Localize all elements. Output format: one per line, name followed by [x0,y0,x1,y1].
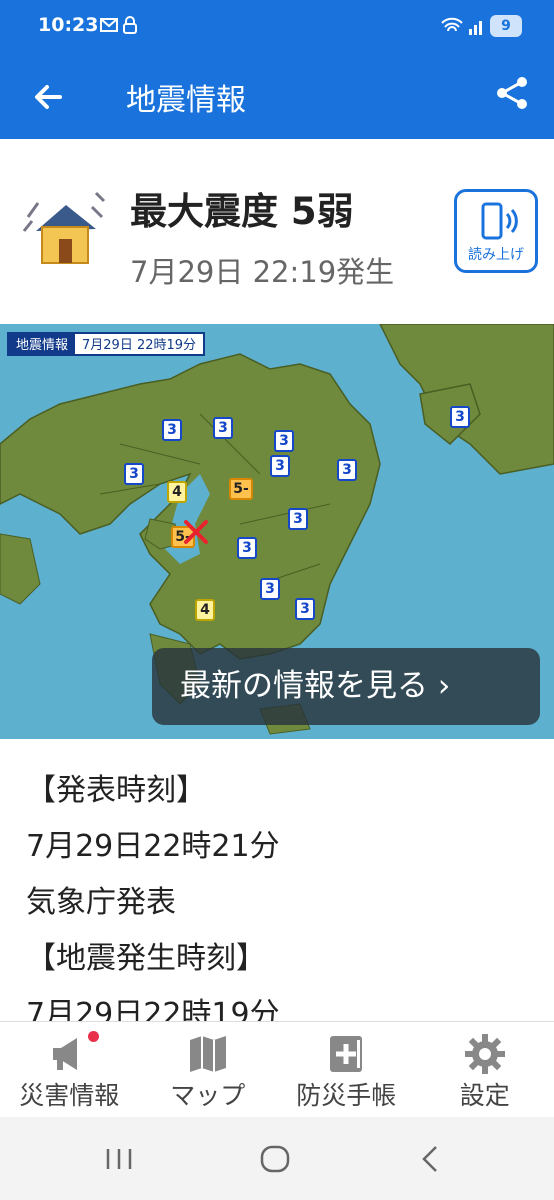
map-label-title: 地震情報 [9,334,76,354]
home-icon[interactable] [260,1145,290,1173]
intensity-marker: 5- [229,478,253,500]
nav-label: 設定 [459,1081,510,1110]
recent-apps-icon[interactable] [104,1147,134,1171]
signal-icon [469,21,482,35]
shaking-house-icon [22,191,106,264]
phone-speaker-icon [481,202,518,240]
intensity-marker: 3 [274,430,294,452]
latest-info-button[interactable]: 最新の情報を見る › [152,648,540,725]
nav-item-settings[interactable]: 設定 [416,1022,554,1117]
read-aloud-label: 読み上げ [468,247,524,263]
wifi-icon [441,17,463,32]
intensity-marker: 3 [337,459,357,481]
earthquake-summary: 最大震度 5弱 7月29日 22:19発生 読み上げ [0,139,554,324]
occurrence-time: 7月29日 22:19発生 [130,255,395,289]
nav-label: 災害情報 [19,1081,120,1110]
report-line: 【地震発生時刻】 [26,941,266,976]
report-line: 気象庁発表 [26,885,176,920]
report-line: 7月29日22時21分 [26,829,280,864]
page-title: 地震情報 [126,83,246,118]
intensity-marker: 4 [167,481,187,503]
status-time: 10:23 [38,14,99,36]
intensity-marker: 3 [237,537,257,559]
map-label-time: 7月29日 22時19分 [82,338,197,353]
share-icon[interactable] [492,73,532,113]
system-navigation-bar [0,1117,554,1200]
intensity-map[interactable]: 地震情報 7月29日 22時19分 3 3 3 3 3 3 4 5- 5- 3 … [0,324,554,739]
arrow-left-icon[interactable] [30,77,70,117]
lock-icon [123,16,137,34]
intensity-marker: 3 [124,463,144,485]
nav-label: 防災手帳 [296,1081,397,1110]
intensity-marker: 4 [195,599,215,621]
bottom-navigation: 災害情報 マップ 防災手帳 設定 [0,1021,554,1117]
first-aid-notebook-icon [330,1036,363,1072]
intensity-marker: 3 [270,455,290,477]
report-line: 7月29日22時19分 [26,997,280,1021]
nav-item-disaster-info[interactable]: 災害情報 [0,1022,139,1117]
back-nav-icon[interactable] [418,1145,442,1173]
report-text: 【発表時刻】 7月29日22時21分 気象庁発表 【地震発生時刻】 7月29日2… [0,739,554,1021]
notification-dot [88,1031,99,1042]
intensity-marker: 3 [213,417,233,439]
nav-label: マップ [170,1081,246,1110]
app-bar: 地震情報 [0,55,554,139]
max-intensity: 最大震度 5弱 [130,190,354,233]
map-icon [189,1036,226,1072]
intensity-marker: 3 [450,406,470,428]
battery-indicator: 9 [490,15,522,37]
intensity-marker: 3 [295,598,315,620]
intensity-marker: 3 [162,419,182,441]
gear-icon [464,1034,505,1074]
gmail-icon [100,18,118,32]
status-bar: 10:23 9 [0,0,554,55]
read-aloud-button[interactable]: 読み上げ [454,189,538,273]
nav-item-map[interactable]: マップ [139,1022,278,1117]
epicenter-icon [184,520,208,544]
intensity-marker: 3 [260,578,280,600]
nav-item-notebook[interactable]: 防災手帳 [277,1022,416,1117]
map-label: 地震情報 7月29日 22時19分 [7,332,206,356]
intensity-marker: 3 [288,508,308,530]
report-line: 【発表時刻】 [26,773,206,808]
megaphone-icon [53,1038,78,1070]
